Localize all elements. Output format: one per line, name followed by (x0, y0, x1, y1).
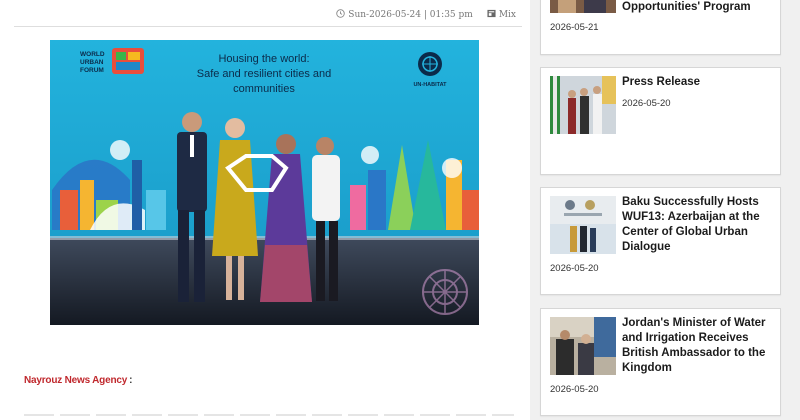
page-right-margin (790, 0, 800, 420)
article-category-link[interactable]: Mix (499, 10, 516, 20)
article-column: Sun-2026-05-24 | 01:35 pm Mix WORLD URBA… (0, 0, 530, 420)
related-news-thumbnail[interactable] (550, 317, 616, 375)
related-news-title[interactable]: Press Release (622, 75, 772, 90)
related-news-card[interactable]: Baku Successfully Hosts WUF13: Azerbaija… (540, 187, 781, 295)
news-agency-colon: : (129, 375, 133, 386)
related-news-card[interactable]: Press Release 2026-05-20 (540, 67, 781, 175)
forum-logo-line1: WORLD (80, 51, 105, 58)
article-date: Sun-2026-05-24 | 01:35 pm (348, 10, 473, 20)
un-habitat-label: UN-HABITAT (413, 82, 447, 88)
related-news-thumbnail[interactable] (550, 0, 616, 13)
related-news-thumbnail[interactable] (550, 76, 616, 134)
page: Sun-2026-05-24 | 01:35 pm Mix WORLD URBA… (0, 0, 800, 420)
hero-image-illustration: WORLD URBAN FORUM Housing the world: Saf… (50, 40, 479, 325)
article-text-fade (24, 414, 514, 416)
news-agency-label: Nayrouz News Agency: (24, 375, 132, 386)
banner-title-line1: Housing the world: (218, 53, 309, 65)
related-news-card[interactable]: Jordan's Minister of Water and Irrigatio… (540, 308, 781, 416)
related-news-date: 2026-05-20 (550, 384, 599, 395)
related-news-date: 2026-05-20 (622, 98, 671, 109)
forum-logo-line3: FORUM (80, 67, 104, 74)
related-news-sidebar: Opportunities' Program 2026-05-21 Press … (540, 0, 781, 420)
news-agency-name: Nayrouz News Agency (24, 375, 128, 386)
related-news-title[interactable]: Opportunities' Program (622, 0, 772, 15)
forum-logo-line2: URBAN (80, 59, 104, 66)
related-news-title[interactable]: Baku Successfully Hosts WUF13: Azerbaija… (622, 195, 772, 255)
floor-ornament (422, 269, 468, 315)
related-news-title[interactable]: Jordan's Minister of Water and Irrigatio… (622, 316, 772, 376)
category-icon (487, 9, 496, 18)
related-news-card[interactable]: Opportunities' Program 2026-05-21 (540, 0, 781, 55)
banner-title-line2: Safe and resilient cities and (197, 68, 332, 80)
related-news-thumbnail[interactable] (550, 196, 616, 254)
forum-logo: WORLD URBAN FORUM (80, 48, 144, 74)
clock-icon (336, 9, 346, 18)
banner-title-line3: communities (233, 83, 295, 95)
related-news-date: 2026-05-21 (550, 22, 599, 33)
article-hero-image: WORLD URBAN FORUM Housing the world: Saf… (50, 40, 479, 325)
related-news-date: 2026-05-20 (550, 263, 599, 274)
article-meta-bar: Sun-2026-05-24 | 01:35 pm Mix (14, 5, 522, 27)
